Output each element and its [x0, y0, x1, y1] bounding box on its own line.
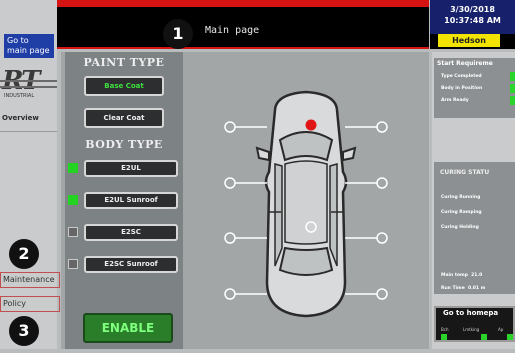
callout-badge-3: 3	[9, 316, 39, 346]
requirement-indicator	[510, 72, 515, 81]
e2ul-button[interactable]: E2UL	[84, 160, 178, 177]
clear-coat-button[interactable]: Clear Coat	[84, 108, 164, 128]
logo-stripe	[0, 86, 57, 88]
e2sc-checkbox[interactable]	[68, 227, 78, 237]
spray-point-icon[interactable]	[224, 121, 236, 133]
page-title: Main page	[205, 25, 260, 36]
datetime-display: 3/30/2018 10:37:48 AM	[430, 0, 515, 35]
go-to-homepage-label: Go to homepa	[443, 309, 499, 317]
spray-point-icon[interactable]	[376, 288, 388, 300]
start-requirements-title: Start Requireme	[437, 60, 493, 67]
spray-point-icon[interactable]	[224, 288, 236, 300]
company-logo: RT INDUSTRIAL	[0, 66, 57, 106]
logo-stripe	[0, 80, 57, 82]
spray-point-icon[interactable]	[224, 177, 236, 189]
maintenance-nav-item[interactable]: Maintenance	[0, 272, 60, 288]
main-temp-label: Main temp	[441, 273, 468, 278]
base-coat-button[interactable]: Base Coat	[84, 76, 164, 96]
e2ul-sunroof-button[interactable]: E2UL Sunroof	[84, 192, 178, 209]
main-temp-row: Main temp 21.0	[441, 273, 482, 278]
homepage-sub-label: Ap	[498, 327, 504, 332]
nav-divider	[0, 131, 57, 132]
e2sc-sunroof-button[interactable]: E2SC Sunroof	[84, 256, 178, 273]
run-time-row: Run Time 0.01 m	[441, 286, 485, 291]
homepage-indicator	[507, 334, 513, 340]
date-text: 3/30/2018	[450, 5, 495, 14]
homepage-sub-label: Lmtking	[463, 327, 480, 332]
paint-type-header: PAINT TYPE	[83, 56, 165, 69]
body-type-header: BODY TYPE	[85, 138, 163, 151]
spray-point-icon[interactable]	[376, 121, 388, 133]
e2sc-sunroof-checkbox[interactable]	[68, 259, 78, 269]
curing-row: Curing Holding	[441, 225, 479, 230]
requirement-row: Arm Ready	[441, 98, 469, 103]
run-time-label: Run Time	[441, 286, 465, 291]
spray-point-icon[interactable]	[376, 232, 388, 244]
overview-nav-item[interactable]: Overview	[2, 114, 57, 128]
homepage-sub-label: Bch	[441, 327, 449, 332]
callout-badge-2: 2	[9, 239, 39, 269]
curing-row: Curing Ramping	[441, 210, 482, 215]
callout-badge-1: 1	[163, 19, 193, 49]
shift-badge: Hedson	[438, 34, 500, 47]
main-temp-value: 21.0	[471, 273, 483, 278]
spray-point-icon[interactable]	[224, 232, 236, 244]
curing-status-title: CURING STATU	[440, 169, 490, 176]
requirement-row: Body in Position	[441, 86, 483, 91]
policy-nav-item[interactable]: Policy	[0, 296, 60, 312]
requirement-indicator	[510, 84, 515, 93]
e2ul-checkbox[interactable]	[68, 163, 78, 173]
car-diagram	[183, 52, 429, 349]
active-spray-point-icon[interactable]	[305, 119, 317, 131]
e2ul-sunroof-checkbox[interactable]	[68, 195, 78, 205]
goto-main-page-button[interactable]: Go to main page	[4, 34, 54, 58]
curing-row: Curing Running	[441, 195, 481, 200]
homepage-indicator	[441, 334, 447, 340]
enable-button[interactable]: ENABLE	[83, 313, 173, 343]
spray-points	[224, 119, 388, 300]
run-time-value: 0.01 m	[467, 286, 486, 291]
alarm-bar	[57, 0, 429, 7]
logo-subtext: INDUSTRIAL	[4, 93, 35, 99]
e2sc-button[interactable]: E2SC	[84, 224, 178, 241]
spray-point-icon[interactable]	[305, 221, 317, 233]
spray-point-icon[interactable]	[376, 177, 388, 189]
time-text: 10:37:48 AM	[444, 16, 501, 25]
requirement-row: Type Completed	[441, 74, 482, 79]
requirement-indicator	[510, 96, 515, 105]
homepage-indicator	[481, 334, 487, 340]
